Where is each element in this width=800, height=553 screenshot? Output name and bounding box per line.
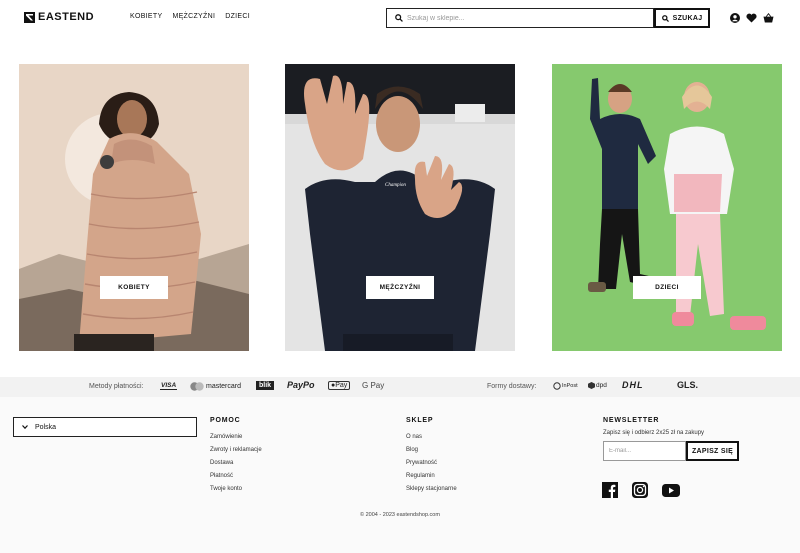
mastercard-text: mastercard [206, 383, 242, 390]
footer-column-pomoc: POMOC Zamówienie Zwroty i reklamacje Dos… [210, 417, 262, 499]
payment-methods-label: Metody płatności: [89, 383, 144, 390]
nav-item-mezczyzni[interactable]: MĘŻCZYŹNI [172, 13, 215, 20]
newsletter-form: ZAPISZ SIĘ [603, 441, 739, 461]
footer-link-o-nas[interactable]: O nas [406, 434, 457, 440]
main-nav: KOBIETY MĘŻCZYŹNI DZIECI [130, 13, 250, 20]
dzieci-photo [552, 64, 782, 351]
search-button-icon [661, 14, 669, 22]
svg-text:Champion: Champion [385, 183, 406, 188]
footer-link-zwroty[interactable]: Zwroty i reklamacje [210, 447, 262, 453]
footer-link-twoje-konto[interactable]: Twoje konto [210, 486, 262, 492]
mezczyzni-photo: Champion [285, 64, 515, 351]
country-selector-value: Polska [35, 423, 57, 431]
footer-link-prywatnosc[interactable]: Prywatność [406, 460, 457, 466]
site-footer: Polska POMOC Zamówienie Zwroty i reklama… [0, 397, 800, 553]
instagram-icon[interactable] [632, 482, 648, 503]
dhl-logo: DHL [622, 380, 644, 390]
footer-link-regulamin[interactable]: Regulamin [406, 473, 457, 479]
youtube-icon[interactable] [662, 483, 680, 502]
shipping-methods-label: Formy dostawy: [487, 383, 537, 390]
country-selector[interactable]: Polska [13, 417, 197, 437]
payment-shipping-strip: Metody płatności: VISA mastercard blik P… [0, 377, 800, 397]
gls-logo: GLS. [677, 380, 699, 390]
apple-pay-logo: ● Pay [328, 381, 351, 390]
social-links [602, 482, 680, 503]
category-card-dzieci[interactable]: DZIECI [552, 64, 782, 351]
category-button-mezczyzni[interactable]: MĘŻCZYŹNI [366, 276, 434, 299]
account-icon[interactable] [729, 12, 740, 23]
mastercard-logo: mastercard [190, 382, 241, 391]
footer-heading-newsletter: NEWSLETTER [603, 417, 660, 424]
footer-link-zamowienie[interactable]: Zamówienie [210, 434, 262, 440]
footer-column-newsletter: NEWSLETTER Zapisz się i odbierz 2x25 zł … [603, 417, 704, 436]
dpd-text: dpd [596, 382, 607, 389]
facebook-icon[interactable] [602, 482, 618, 503]
cart-basket-icon[interactable] [763, 12, 774, 23]
footer-column-sklep: SKLEP O nas Blog Prywatność Regulamin Sk… [406, 417, 457, 499]
header-actions [729, 12, 774, 23]
wishlist-heart-icon[interactable] [746, 12, 757, 23]
search-box [386, 8, 654, 28]
newsletter-email-input[interactable] [603, 441, 686, 461]
kobiety-photo [19, 64, 249, 351]
visa-logo: VISA [160, 382, 178, 390]
inpost-logo: InPost [553, 382, 578, 390]
nav-item-kobiety[interactable]: KOBIETY [130, 13, 162, 20]
dpd-cube-icon [588, 382, 595, 389]
inpost-mark-icon [553, 382, 561, 390]
google-pay-logo: G Pay [362, 381, 385, 390]
footer-link-blog[interactable]: Blog [406, 447, 457, 453]
category-card-kobiety[interactable]: KOBIETY [19, 64, 249, 351]
category-button-dzieci[interactable]: DZIECI [633, 276, 701, 299]
logo-text: EASTEND [38, 11, 95, 23]
logo[interactable]: EASTEND [24, 11, 94, 23]
search-button-label: SZUKAJ [672, 14, 703, 22]
footer-link-platnosc[interactable]: Płatność [210, 473, 262, 479]
footer-link-sklepy-stacjonarne[interactable]: Sklepy stacjonarne [406, 486, 457, 492]
category-card-mezczyzni[interactable]: Champion MĘŻCZYŹNI [285, 64, 515, 351]
site-header: EASTEND KOBIETY MĘŻCZYŹNI DZIECI SZUKAJ [0, 0, 800, 36]
footer-link-dostawa[interactable]: Dostawa [210, 460, 262, 466]
newsletter-subscribe-button[interactable]: ZAPISZ SIĘ [686, 441, 739, 461]
dpd-logo: dpd [588, 382, 607, 389]
apple-pay-text: Pay [335, 382, 348, 389]
chevron-down-icon [22, 425, 28, 429]
search-icon [391, 14, 407, 22]
footer-heading-sklep: SKLEP [406, 417, 434, 424]
copyright-text: © 2004 - 2023 eastendshop.com [360, 512, 440, 518]
logo-mark-icon [24, 11, 35, 23]
search-button[interactable]: SZUKAJ [654, 8, 710, 28]
blik-logo: blik [256, 381, 275, 390]
newsletter-description: Zapisz się i odbierz 2x25 zł na zakupy [603, 430, 705, 436]
footer-heading-pomoc: POMOC [210, 417, 241, 424]
mastercard-circles-icon [190, 382, 204, 391]
paypo-logo: PayPo [287, 380, 315, 390]
inpost-text: InPost [562, 383, 578, 389]
nav-item-dzieci[interactable]: DZIECI [225, 13, 250, 20]
category-button-kobiety[interactable]: KOBIETY [100, 276, 168, 299]
search-input[interactable] [407, 14, 653, 22]
